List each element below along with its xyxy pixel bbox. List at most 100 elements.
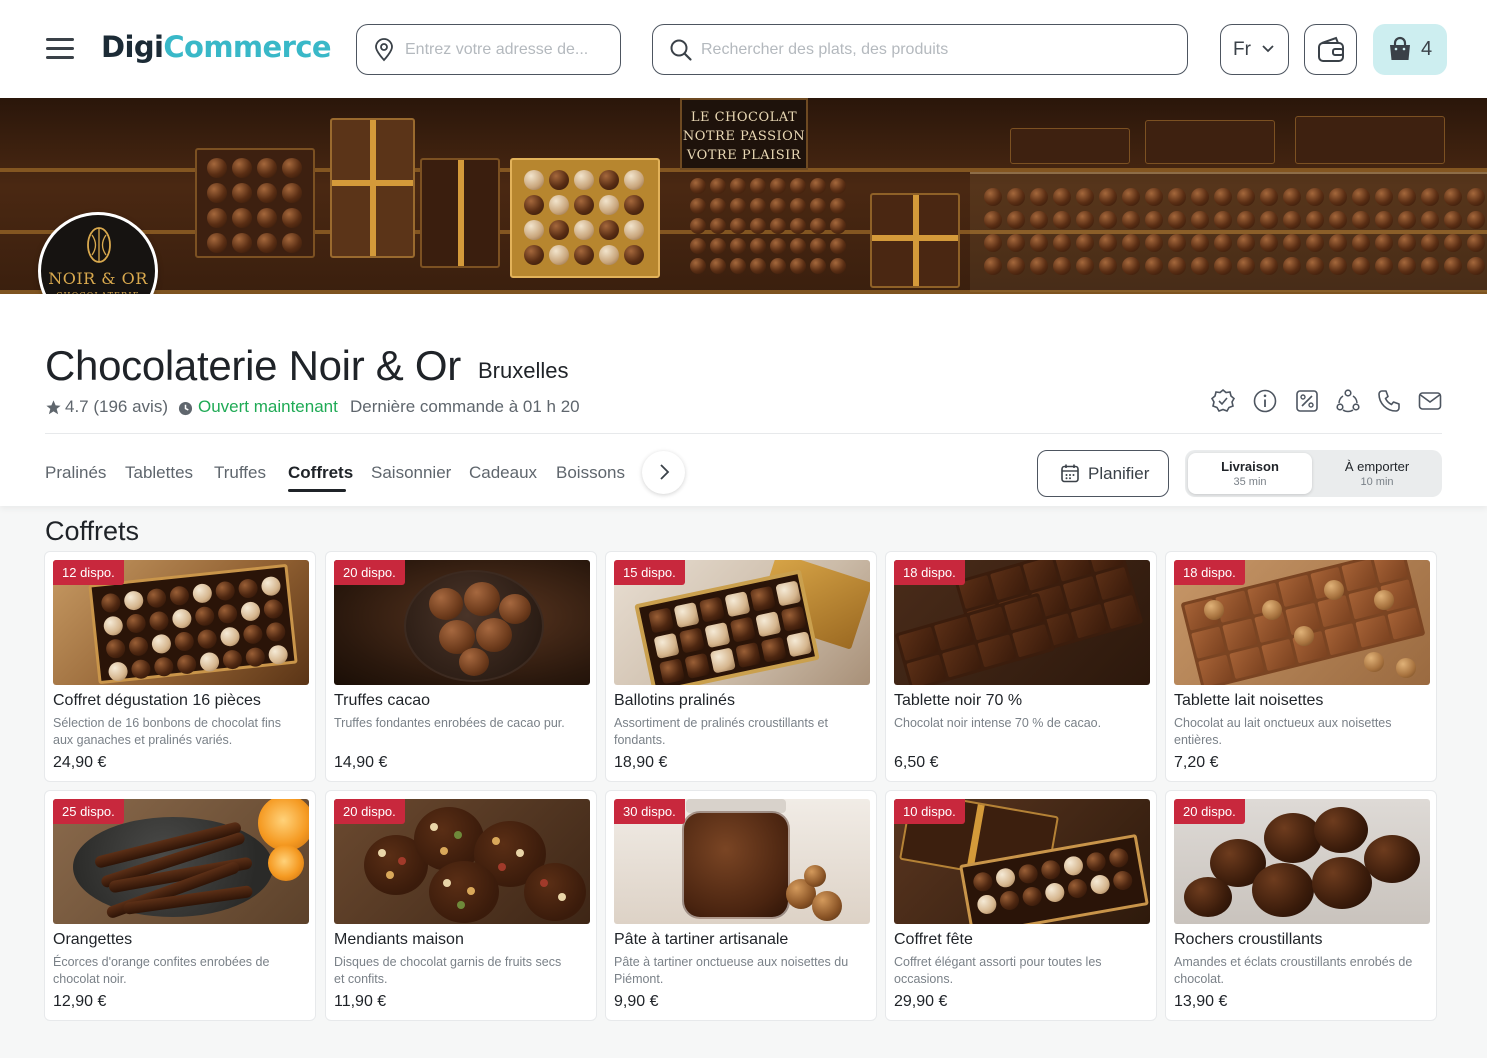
schedule-button[interactable]: Planifier	[1037, 450, 1169, 497]
banner-gift	[420, 158, 500, 268]
product-card[interactable]: 20 dispo. Rochers croustillants Amandes …	[1165, 790, 1437, 1021]
search-icon	[670, 39, 692, 61]
brand-logo[interactable]: DigiCommerce	[101, 30, 332, 64]
delivery-time: 35 min	[1233, 476, 1267, 488]
active-tab-indicator	[288, 489, 346, 492]
chevron-right-icon	[660, 464, 670, 480]
product-price: 18,90 €	[614, 754, 668, 771]
cart-count: 4	[1421, 38, 1433, 60]
discount-icon[interactable]	[1294, 388, 1320, 414]
address-input[interactable]	[405, 35, 610, 65]
tab-boissons[interactable]: Boissons	[556, 463, 625, 483]
banner-sign: LE CHOCOLAT NOTRE PASSION VOTRE PLAISIR	[680, 98, 808, 170]
product-card[interactable]: 10 dispo. Coffret fête Coffret élégant a…	[885, 790, 1157, 1021]
last-order-time: Dernière commande à 01 h 20	[350, 397, 580, 416]
product-card[interactable]: 20 dispo. Mendiants maison Disques de ch…	[325, 790, 597, 1021]
product-card[interactable]: 15 dispo. Ballotins pralinés Assortiment…	[605, 551, 877, 782]
banner-gift	[870, 193, 960, 288]
cocoa-pod-icon	[87, 227, 111, 263]
stock-badge: 20 dispo.	[334, 799, 405, 824]
product-price: 6,50 €	[894, 754, 939, 771]
stock-badge: 25 dispo.	[53, 799, 124, 824]
product-name: Tablette noir 70 %	[894, 692, 1023, 709]
product-card[interactable]: 18 dispo. Tablette noir 70 % Chocolat no…	[885, 551, 1157, 782]
clock-icon	[178, 401, 193, 416]
product-description: Amandes et éclats croustillants enrobés …	[1174, 955, 1413, 986]
product-name: Ballotins pralinés	[614, 692, 735, 709]
info-icon[interactable]	[1252, 388, 1278, 414]
language-selector[interactable]: Fr	[1220, 24, 1289, 75]
product-description: Sélection de 16 bonbons de chocolat fins…	[53, 716, 281, 747]
banner-bonbons	[690, 178, 846, 274]
stock-badge: 30 dispo.	[614, 799, 685, 824]
sign-line: LE CHOCOLAT	[690, 110, 798, 125]
banner-box	[195, 148, 315, 258]
product-description: Assortiment de pralinés croustillants et…	[614, 716, 828, 747]
tab-saisonnier[interactable]: Saisonnier	[371, 463, 451, 483]
shopping-bag-icon	[1390, 36, 1410, 60]
share-icon[interactable]	[1335, 388, 1361, 414]
tab-tablettes[interactable]: Tablettes	[125, 463, 193, 483]
banner-gift	[330, 118, 415, 258]
star-icon	[46, 400, 61, 415]
stock-badge: 18 dispo.	[894, 560, 965, 585]
product-price: 24,90 €	[53, 754, 107, 771]
menu-icon[interactable]	[46, 38, 74, 60]
brand-name-part2: Commerce	[163, 30, 331, 64]
product-name: Pâte à tartiner artisanale	[614, 931, 789, 948]
product-price: 14,90 €	[334, 754, 388, 771]
product-card[interactable]: 12 dispo. Coffret dégustation 16 pièces …	[44, 551, 316, 782]
product-description: Pâte à tartiner onctueuse aux noisettes …	[614, 955, 849, 986]
product-price: 12,90 €	[53, 993, 107, 1010]
verified-badge-icon[interactable]	[1210, 388, 1236, 414]
info-divider	[45, 433, 1442, 434]
delivery-option[interactable]: Livraison 35 min	[1188, 453, 1312, 494]
banner-display-case	[970, 172, 1487, 292]
section-title: Coffrets	[45, 516, 140, 546]
pickup-label: À emporter	[1344, 459, 1410, 474]
search-input[interactable]	[701, 35, 1171, 65]
language-value: Fr	[1233, 39, 1251, 60]
product-name: Coffret dégustation 16 pièces	[53, 692, 261, 709]
product-description: Disques de chocolat garnis de fruits sec…	[334, 955, 562, 986]
mail-icon[interactable]	[1417, 388, 1443, 414]
product-price: 13,90 €	[1174, 993, 1228, 1010]
product-card[interactable]: 20 dispo. Truffes cacao Truffes fondante…	[325, 551, 597, 782]
store-info-panel: Chocolaterie Noir & Or Bruxelles 4.7 (19…	[0, 294, 1487, 506]
wallet-button[interactable]	[1304, 24, 1357, 75]
address-field[interactable]	[356, 24, 621, 75]
product-name: Mendiants maison	[334, 931, 464, 948]
product-name: Rochers croustillants	[1174, 931, 1323, 948]
product-description: Truffes fondantes enrobées de cacao pur.	[334, 716, 565, 730]
tab-cadeaux[interactable]: Cadeaux	[469, 463, 537, 483]
product-description: Écorces d'orange confites enrobées de ch…	[53, 955, 270, 986]
banner-box	[1295, 116, 1445, 164]
open-status: Ouvert maintenant	[198, 397, 338, 416]
banner-tray	[510, 158, 660, 278]
stock-badge: 20 dispo.	[1174, 799, 1245, 824]
stock-badge: 10 dispo.	[894, 799, 965, 824]
search-field[interactable]	[652, 24, 1188, 75]
calendar-icon	[1061, 464, 1079, 483]
store-logo-name: NOIR & OR	[48, 269, 148, 288]
product-card[interactable]: 30 dispo. Pâte à tartiner artisanale Pât…	[605, 790, 877, 1021]
product-card[interactable]: 18 dispo. Tablette lait noisettes Chocol…	[1165, 551, 1437, 782]
delivery-label: Livraison	[1221, 459, 1279, 474]
product-name: Tablette lait noisettes	[1174, 692, 1324, 709]
schedule-label: Planifier	[1088, 464, 1150, 483]
top-header: DigiCommerce Fr 4	[0, 0, 1487, 98]
location-pin-icon	[375, 38, 393, 62]
pickup-option[interactable]: À emporter 10 min	[1315, 453, 1439, 494]
next-categories-button[interactable]	[642, 451, 685, 494]
product-price: 29,90 €	[894, 993, 948, 1010]
store-rating[interactable]: 4.7 (196 avis)	[65, 397, 168, 417]
stock-badge: 20 dispo.	[334, 560, 405, 585]
product-name: Coffret fête	[894, 931, 973, 948]
tab-pralines[interactable]: Pralinés	[45, 463, 106, 483]
tab-truffes[interactable]: Truffes	[214, 463, 266, 483]
product-price: 9,90 €	[614, 993, 659, 1010]
cart-button[interactable]: 4	[1373, 24, 1447, 75]
phone-icon[interactable]	[1376, 388, 1402, 414]
tab-coffrets[interactable]: Coffrets	[288, 463, 353, 483]
product-card[interactable]: 25 dispo. Orangettes Écorces d'orange co…	[44, 790, 316, 1021]
